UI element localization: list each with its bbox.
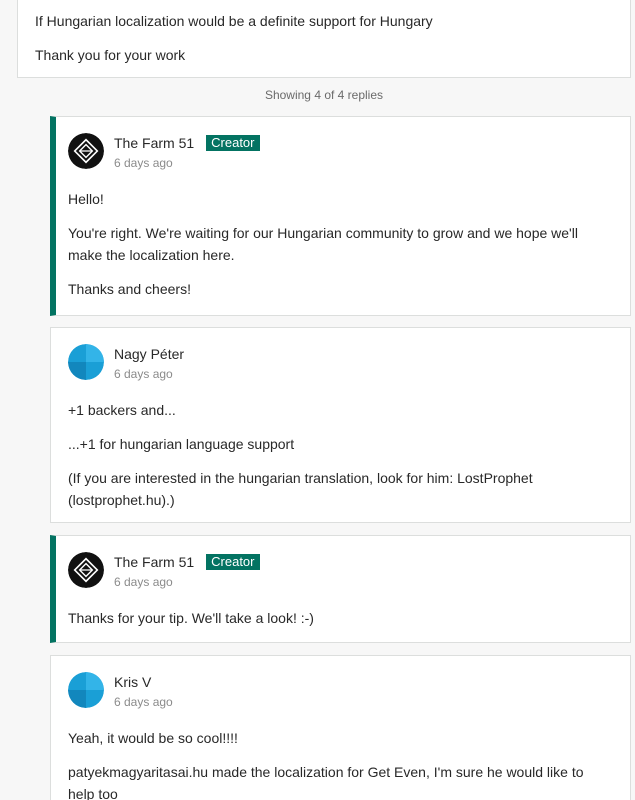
reply-body: Yeah, it would be so cool!!!! patyekmagy… — [68, 727, 630, 800]
author-name[interactable]: Nagy Péter — [114, 346, 184, 362]
timestamp: 6 days ago — [114, 575, 173, 589]
reply-backer: Kris V 6 days ago Yeah, it would be so c… — [50, 655, 631, 800]
reply-paragraph: Hello! — [68, 191, 104, 207]
reply-paragraph: Yeah, it would be so cool!!!! — [68, 730, 238, 746]
comment-line: Thank you for your work — [35, 47, 186, 63]
reply-paragraph: Thanks and cheers! — [68, 281, 191, 297]
comment-thread: If Hungarian localization would be a def… — [0, 0, 635, 800]
creator-badge: Creator — [206, 554, 260, 570]
reply-header: The Farm 51 Creator 6 days ago — [68, 133, 630, 171]
reply-paragraph: You're right. We're waiting for our Hung… — [68, 225, 578, 263]
default-avatar[interactable] — [68, 344, 104, 380]
reply-creator: The Farm 51 Creator 6 days ago Hello! Yo… — [50, 116, 631, 316]
parent-comment: If Hungarian localization would be a def… — [17, 0, 631, 78]
reply-body: +1 backers and... ...+1 for hungarian la… — [68, 399, 630, 511]
reply-body: Hello! You're right. We're waiting for o… — [68, 188, 630, 300]
timestamp: 6 days ago — [114, 156, 173, 170]
reply-paragraph: +1 backers and... — [68, 402, 176, 418]
comment-line: If Hungarian localization would be a def… — [35, 13, 433, 29]
replies-count: Showing 4 of 4 replies — [264, 88, 384, 102]
creator-logo-avatar[interactable] — [68, 133, 104, 169]
reply-header: The Farm 51 Creator 6 days ago — [68, 552, 630, 590]
default-avatar[interactable] — [68, 672, 104, 708]
creator-logo-avatar[interactable] — [68, 552, 104, 588]
reply-backer: Nagy Péter 6 days ago +1 backers and... … — [50, 327, 631, 523]
reply-paragraph: ...+1 for hungarian language support — [68, 436, 295, 452]
reply-header: Nagy Péter 6 days ago — [68, 344, 630, 382]
author-name[interactable]: Kris V — [114, 674, 151, 690]
timestamp: 6 days ago — [114, 367, 173, 381]
timestamp: 6 days ago — [114, 695, 173, 709]
reply-header: Kris V 6 days ago — [68, 672, 630, 710]
reply-paragraph: (If you are interested in the hungarian … — [68, 470, 533, 508]
reply-paragraph: Thanks for your tip. We'll take a look! … — [68, 610, 314, 626]
creator-badge: Creator — [206, 135, 260, 151]
author-name[interactable]: The Farm 51 — [114, 554, 194, 570]
reply-paragraph: patyekmagyaritasai.hu made the localizat… — [68, 764, 584, 800]
reply-body: Thanks for your tip. We'll take a look! … — [68, 607, 630, 629]
author-name[interactable]: The Farm 51 — [114, 135, 194, 151]
reply-creator: The Farm 51 Creator 6 days ago Thanks fo… — [50, 535, 631, 643]
